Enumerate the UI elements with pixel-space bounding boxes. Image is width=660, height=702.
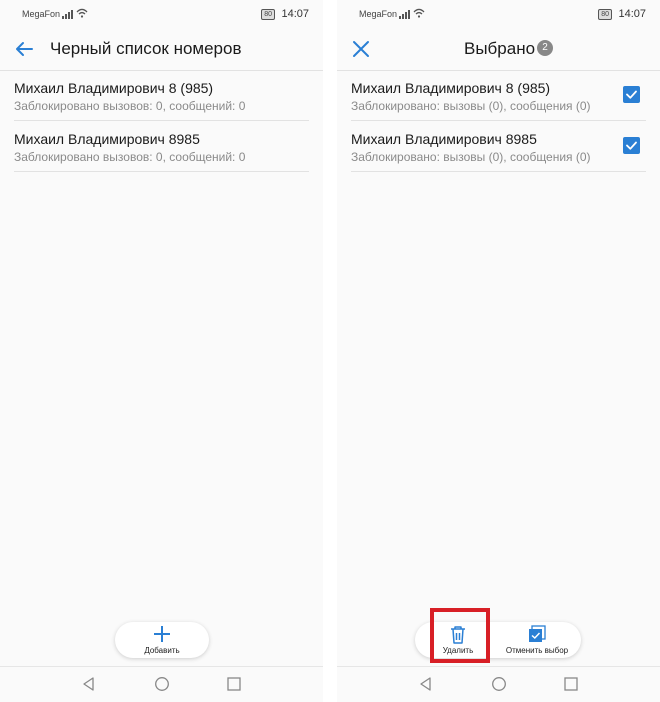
system-nav-bar [0,666,323,702]
contact-name: Михаил Владимирович 8 (985) [351,80,551,96]
close-icon[interactable] [349,37,373,61]
selection-screen: MegaFon 80 14:07 Выбрано 2 Михаил Владим… [337,0,660,702]
app-bar: Черный список номеров [0,28,323,71]
contact-detail: Заблокировано: вызовы (0), сообщения (0) [351,150,591,164]
battery-indicator: 80 [598,9,612,20]
nav-home-icon[interactable] [491,677,507,693]
add-action[interactable]: Добавить [115,622,209,658]
blocked-list: Михаил Владимирович 8 (985) Заблокирован… [14,70,309,172]
battery-indicator: 80 [261,9,275,20]
nav-back-icon[interactable] [419,677,433,691]
selected-count-badge: 2 [537,40,553,56]
checkbox-checked-icon[interactable] [623,137,640,154]
contact-detail: Заблокировано вызовов: 0, сообщений: 0 [14,99,246,113]
checkbox-checked-icon[interactable] [623,86,640,103]
carrier-name: MegaFon [359,9,398,19]
blacklist-screen: MegaFon 80 14:07 Черный список номеров М… [0,0,323,702]
contact-name: Михаил Владимирович 8985 [14,131,200,147]
nav-recents-icon[interactable] [564,677,578,691]
clock: 14:07 [618,8,646,20]
list-item[interactable]: Михаил Владимирович 8 (985) Заблокирован… [351,70,646,121]
deselect-label: Отменить выбор [505,646,569,655]
contact-detail: Заблокировано: вызовы (0), сообщения (0) [351,99,591,113]
status-bar: MegaFon 80 14:07 [0,0,323,28]
list-item[interactable]: Михаил Владимирович 8985 Заблокировано в… [14,121,309,172]
list-item[interactable]: Михаил Владимирович 8 (985) Заблокирован… [14,70,309,121]
system-nav-bar [337,666,660,702]
signal-icon [62,10,73,19]
wifi-icon [413,8,425,18]
add-button[interactable]: Добавить [115,622,209,658]
delete-highlight-annotation [430,608,490,663]
nav-recents-icon[interactable] [227,677,241,691]
page-title: Выбрано [464,39,536,58]
add-label: Добавить [144,646,180,655]
contact-name: Михаил Владимирович 8985 [351,131,537,147]
wifi-icon [76,8,88,18]
signal-icon [399,10,410,19]
app-bar: Выбрано 2 [337,28,660,71]
deselect-icon [529,625,546,642]
page-title: Черный список номеров [50,39,242,58]
back-arrow-icon[interactable] [12,37,36,61]
clock: 14:07 [281,8,309,20]
contact-detail: Заблокировано вызовов: 0, сообщений: 0 [14,150,246,164]
deselect-button[interactable]: Отменить выбор [497,622,577,658]
contact-name: Михаил Владимирович 8 (985) [14,80,214,96]
carrier-name: MegaFon [22,9,61,19]
nav-back-icon[interactable] [82,677,96,691]
status-bar: MegaFon 80 14:07 [337,0,660,28]
plus-icon [154,626,170,642]
selection-list: Михаил Владимирович 8 (985) Заблокирован… [351,70,646,172]
list-item[interactable]: Михаил Владимирович 8985 Заблокировано: … [351,121,646,172]
nav-home-icon[interactable] [154,677,170,693]
